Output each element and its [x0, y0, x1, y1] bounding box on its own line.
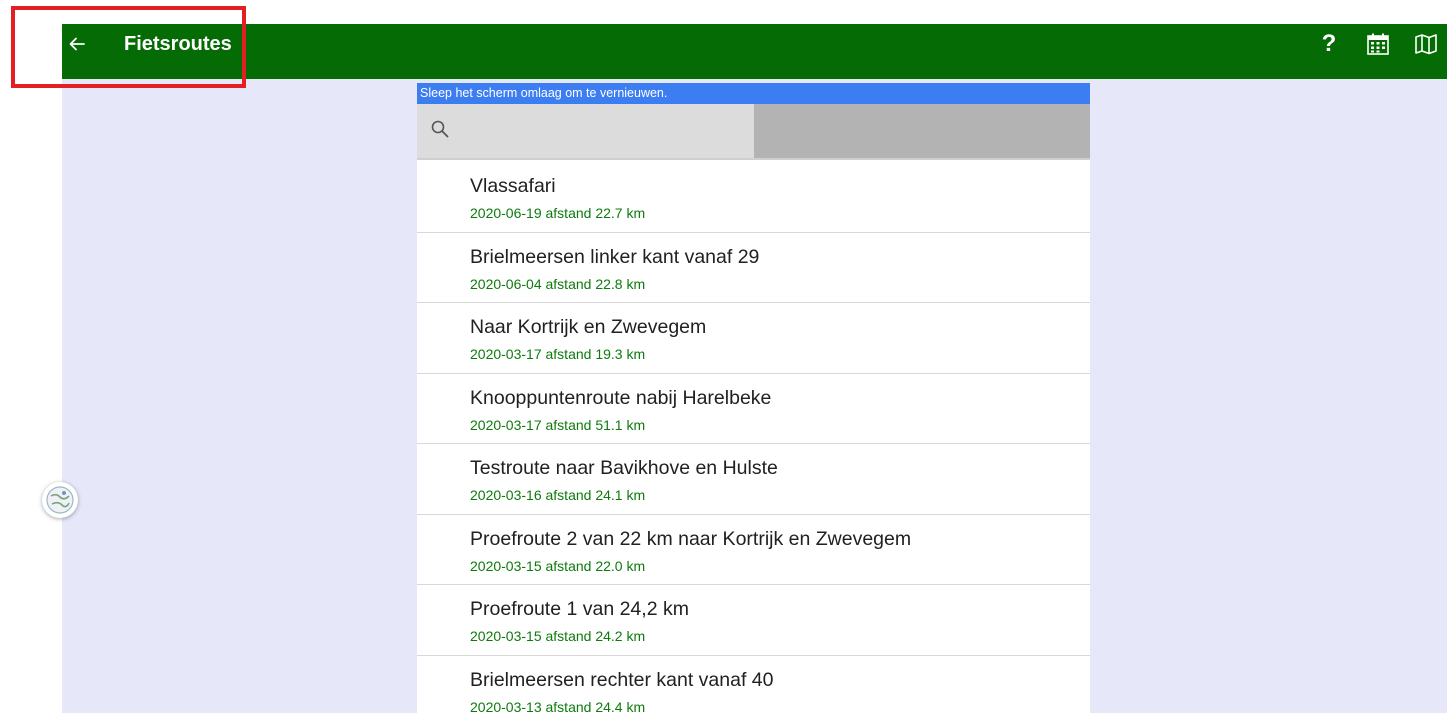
route-date-distance: 2020-06-04 afstand 22.8 km: [470, 275, 646, 292]
route-list-item[interactable]: Proefroute 1 van 24,2 km 2020-03-15 afst…: [417, 585, 1090, 656]
route-name: Testroute naar Bavikhove en Hulste: [470, 457, 778, 479]
route-name: Vlassafari: [470, 175, 556, 197]
route-list-item[interactable]: Naar Kortrijk en Zwevegem 2020-03-17 afs…: [417, 303, 1090, 374]
route-name: Proefroute 2 van 22 km naar Kortrijk en …: [470, 527, 912, 550]
route-list-item[interactable]: Testroute naar Bavikhove en Hulste 2020-…: [417, 444, 1090, 515]
route-date-distance: 2020-03-15 afstand 22.0 km: [470, 557, 646, 574]
route-date-distance: 2020-03-16 afstand 24.1 km: [470, 487, 646, 503]
page-title: Fietsroutes: [124, 33, 232, 55]
route-list: Vlassafari 2020-06-19 afstand 22.7 km Br…: [417, 162, 1090, 713]
map-icon: [1415, 34, 1437, 55]
route-date-distance: 2020-06-19 afstand 22.7 km: [470, 205, 646, 221]
help-button[interactable]: ?: [1317, 29, 1341, 59]
app-window: Fietsroutes ? Sleep het scherm omlaag om…: [62, 24, 1447, 713]
route-list-item[interactable]: Knooppuntenroute nabij Harelbeke 2020-03…: [417, 374, 1090, 444]
route-list-item[interactable]: Brielmeersen rechter kant vanaf 40 2020-…: [417, 656, 1090, 713]
route-date-distance: 2020-03-13 afstand 24.4 km: [470, 698, 646, 713]
search-icon: [431, 120, 449, 138]
map-button[interactable]: [1414, 29, 1447, 59]
app-toolbar: Fietsroutes ?: [62, 24, 1447, 79]
calendar-button[interactable]: [1365, 29, 1391, 59]
search-bar: [417, 104, 1090, 160]
route-name: Knooppuntenroute nabij Harelbeke: [470, 386, 772, 409]
route-list-item[interactable]: Proefroute 2 van 22 km naar Kortrijk en …: [417, 515, 1090, 585]
route-list-item[interactable]: Vlassafari 2020-06-19 afstand 22.7 km: [417, 162, 1090, 233]
search-field[interactable]: [417, 104, 754, 158]
calendar-icon: [1367, 33, 1389, 55]
route-list-panel: Sleep het scherm omlaag om te vernieuwen…: [417, 83, 1090, 713]
route-date-distance: 2020-03-15 afstand 24.2 km: [470, 628, 646, 644]
route-name: Brielmeersen rechter kant vanaf 40: [470, 668, 774, 691]
route-date-distance: 2020-03-17 afstand 51.1 km: [470, 416, 646, 433]
arrow-left-icon: [69, 37, 85, 51]
route-list-item[interactable]: Brielmeersen linker kant vanaf 29 2020-0…: [417, 233, 1090, 303]
back-button[interactable]: [62, 24, 92, 64]
route-name: Naar Kortrijk en Zwevegem: [470, 316, 707, 338]
route-name: Proefroute 1 van 24,2 km: [470, 598, 689, 620]
pull-to-refresh-banner: Sleep het scherm omlaag om te vernieuwen…: [417, 83, 1090, 104]
search-input[interactable]: [461, 112, 750, 150]
floating-map-button[interactable]: [42, 482, 78, 518]
globe-icon: [46, 486, 74, 514]
route-name: Brielmeersen linker kant vanaf 29: [470, 245, 760, 268]
route-date-distance: 2020-03-17 afstand 19.3 km: [470, 346, 646, 362]
